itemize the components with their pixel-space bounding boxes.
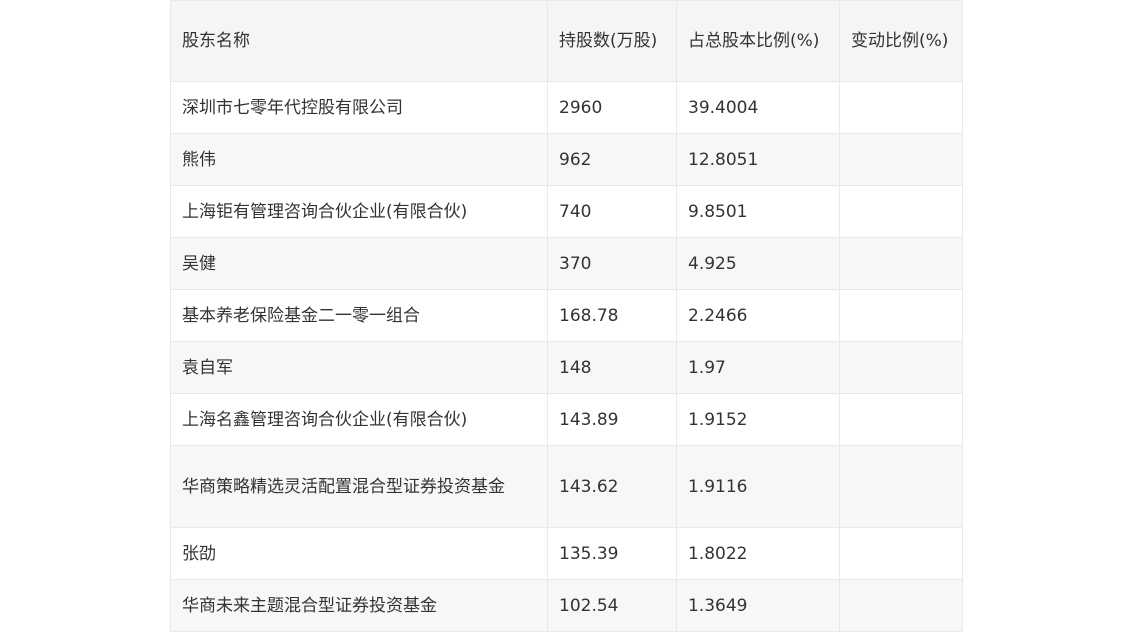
cell-ratio: 2.2466 <box>676 289 840 342</box>
cell-ratio: 39.4004 <box>676 81 840 134</box>
cell-change <box>839 185 963 238</box>
cell-name: 华商未来主题混合型证券投资基金 <box>170 579 548 632</box>
cell-name: 吴健 <box>170 237 548 290</box>
table-body: 深圳市七零年代控股有限公司 2960 39.4004 熊伟 962 12.805… <box>170 81 963 632</box>
cell-change <box>839 81 963 134</box>
cell-ratio: 1.9152 <box>676 393 840 446</box>
cell-name: 基本养老保险基金二一零一组合 <box>170 289 548 342</box>
cell-shares: 102.54 <box>547 579 677 632</box>
cell-name: 上海名鑫管理咨询合伙企业(有限合伙) <box>170 393 548 446</box>
cell-ratio: 1.9116 <box>676 445 840 528</box>
cell-ratio: 1.97 <box>676 341 840 394</box>
table-row: 张劭 135.39 1.8022 <box>170 527 963 580</box>
cell-change <box>839 527 963 580</box>
cell-change <box>839 579 963 632</box>
cell-shares: 143.62 <box>547 445 677 528</box>
cell-change <box>839 289 963 342</box>
cell-name: 上海钜有管理咨询合伙企业(有限合伙) <box>170 185 548 238</box>
shareholder-table: 股东名称 持股数(万股) 占总股本比例(%) 变动比例(%) 深圳市七零年代控股… <box>170 0 963 632</box>
cell-ratio: 1.3649 <box>676 579 840 632</box>
table-row: 深圳市七零年代控股有限公司 2960 39.4004 <box>170 81 963 134</box>
cell-change <box>839 237 963 290</box>
cell-ratio: 12.8051 <box>676 133 840 186</box>
cell-shares: 2960 <box>547 81 677 134</box>
table-row: 熊伟 962 12.8051 <box>170 133 963 186</box>
header-share-ratio: 占总股本比例(%) <box>676 0 840 82</box>
cell-change <box>839 393 963 446</box>
header-row: 股东名称 持股数(万股) 占总股本比例(%) 变动比例(%) <box>170 0 963 82</box>
cell-shares: 168.78 <box>547 289 677 342</box>
cell-shares: 370 <box>547 237 677 290</box>
cell-shares: 143.89 <box>547 393 677 446</box>
cell-change <box>839 341 963 394</box>
cell-name: 华商策略精选灵活配置混合型证券投资基金 <box>170 445 548 528</box>
cell-name: 张劭 <box>170 527 548 580</box>
cell-shares: 148 <box>547 341 677 394</box>
table-row: 袁自军 148 1.97 <box>170 341 963 394</box>
table-row: 上海钜有管理咨询合伙企业(有限合伙) 740 9.8501 <box>170 185 963 238</box>
header-change-ratio: 变动比例(%) <box>839 0 963 82</box>
cell-ratio: 4.925 <box>676 237 840 290</box>
cell-ratio: 1.8022 <box>676 527 840 580</box>
table-row: 华商策略精选灵活配置混合型证券投资基金 143.62 1.9116 <box>170 445 963 528</box>
cell-ratio: 9.8501 <box>676 185 840 238</box>
shareholder-table-container: 股东名称 持股数(万股) 占总股本比例(%) 变动比例(%) 深圳市七零年代控股… <box>170 0 963 632</box>
cell-change <box>839 133 963 186</box>
table-row: 华商未来主题混合型证券投资基金 102.54 1.3649 <box>170 579 963 632</box>
cell-name: 袁自军 <box>170 341 548 394</box>
table-row: 吴健 370 4.925 <box>170 237 963 290</box>
header-shares: 持股数(万股) <box>547 0 677 82</box>
header-shareholder-name: 股东名称 <box>170 0 548 82</box>
table-row: 上海名鑫管理咨询合伙企业(有限合伙) 143.89 1.9152 <box>170 393 963 446</box>
table-row: 基本养老保险基金二一零一组合 168.78 2.2466 <box>170 289 963 342</box>
cell-name: 深圳市七零年代控股有限公司 <box>170 81 548 134</box>
table-header: 股东名称 持股数(万股) 占总股本比例(%) 变动比例(%) <box>170 0 963 82</box>
cell-name: 熊伟 <box>170 133 548 186</box>
cell-shares: 962 <box>547 133 677 186</box>
cell-shares: 740 <box>547 185 677 238</box>
cell-change <box>839 445 963 528</box>
cell-shares: 135.39 <box>547 527 677 580</box>
